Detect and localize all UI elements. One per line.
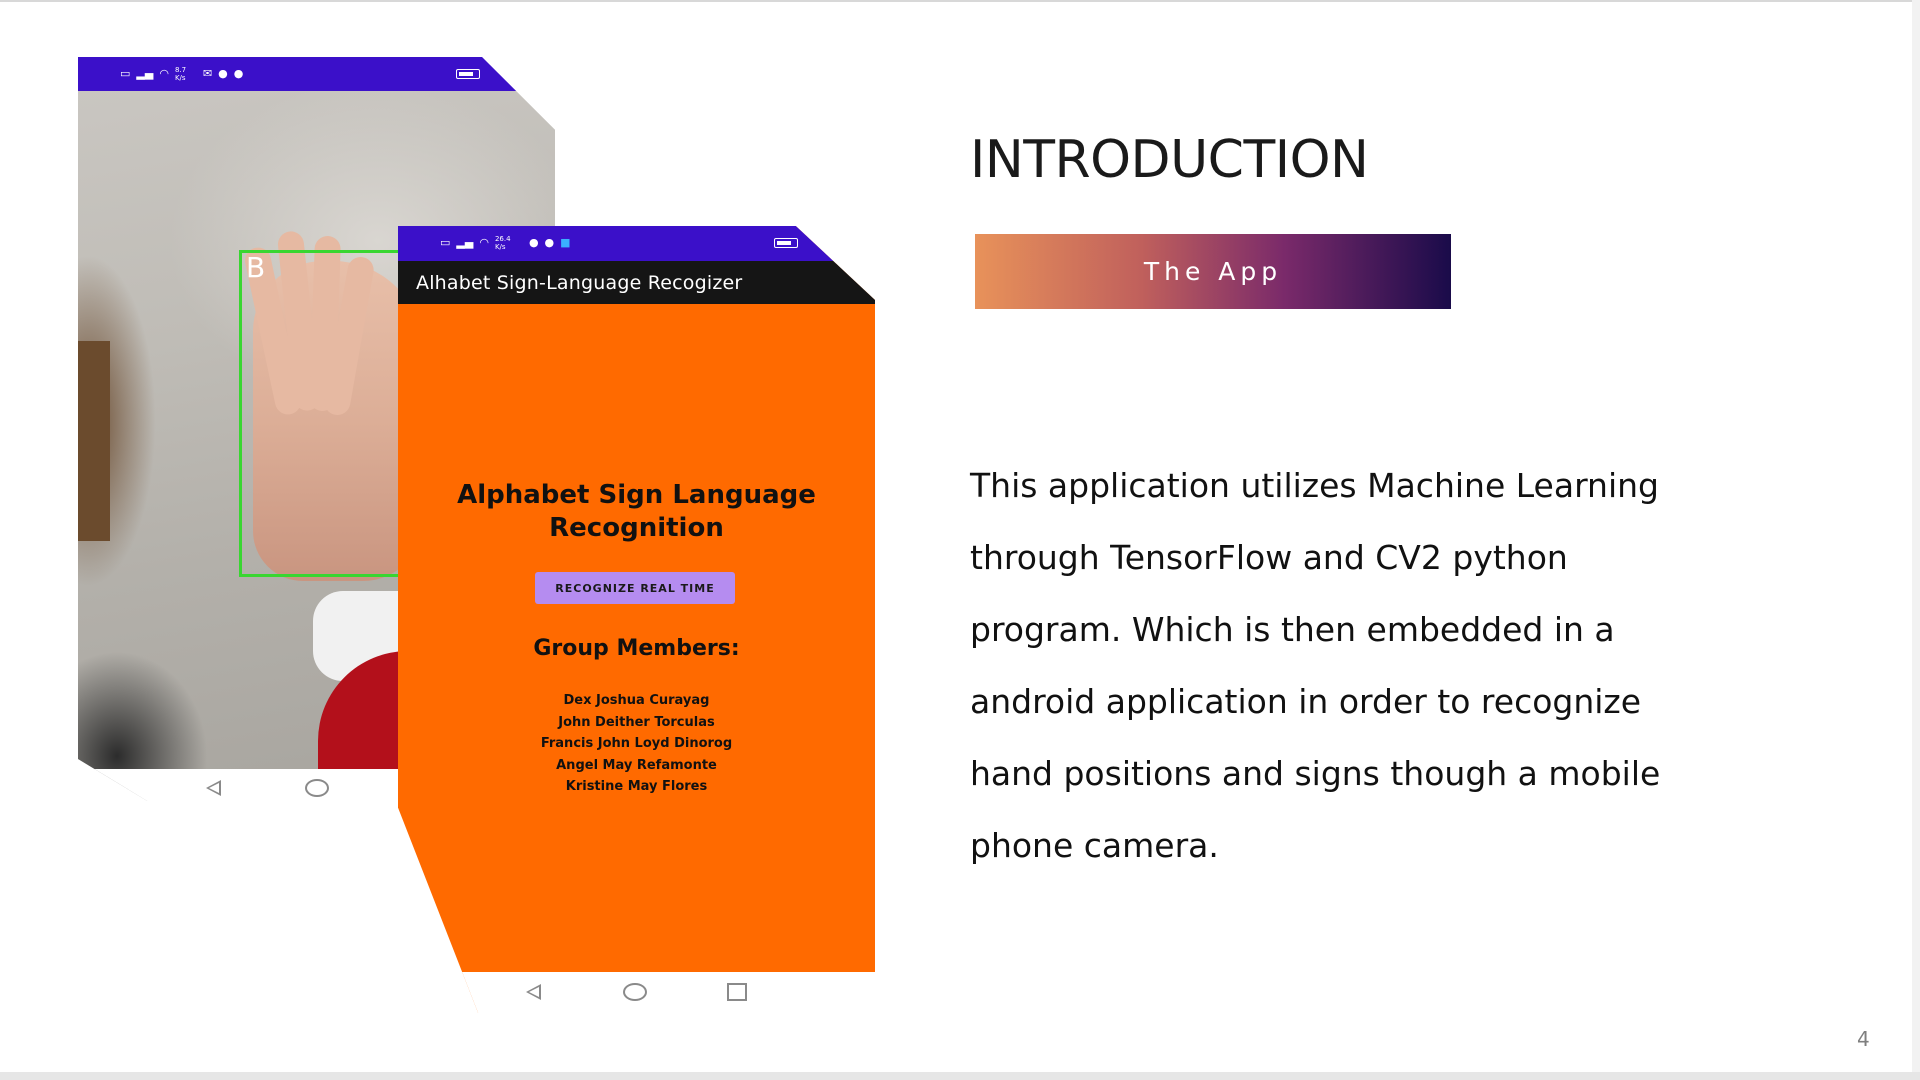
member-item: John Deither Torculas	[558, 714, 715, 730]
detected-letter: B	[246, 251, 266, 284]
recognize-real-time-button[interactable]: RECOGNIZE REAL TIME	[535, 572, 735, 604]
group-members-heading: Group Members:	[533, 636, 740, 661]
slide-title: INTRODUCTION	[970, 130, 1369, 190]
app-title: Alhabet Sign-Language Recogizer	[416, 272, 743, 294]
app-phone-screenshot: ▭ ▂▄ ◠ 26.4 K/s ● ● ■ Alhabet Sign-Langu…	[398, 226, 875, 1013]
messenger-icon: ●	[544, 236, 555, 249]
page-number: 4	[1857, 1027, 1870, 1051]
signal-icon: ▂▄	[136, 67, 154, 80]
nav-home-icon[interactable]	[305, 779, 329, 797]
subtitle-banner: The App	[975, 234, 1451, 309]
top-border	[0, 0, 1920, 2]
group-members-list: Dex Joshua Curayag John Deither Torculas…	[398, 690, 875, 798]
nav-back-icon[interactable]	[526, 984, 541, 1000]
battery-icon	[774, 238, 798, 248]
table-leg	[78, 341, 110, 541]
signal-icon: ▂▄	[456, 236, 474, 249]
network-speed: 26.4 K/s	[494, 235, 511, 251]
camera-status-bar: ▭ ▂▄ ◠ 8.7 K/s ✉ ● ●	[78, 57, 555, 91]
mail-icon: ✉	[202, 67, 213, 80]
right-border	[1912, 0, 1920, 1072]
facebook-icon: ●	[528, 236, 539, 249]
nav-recent-icon[interactable]	[727, 983, 747, 1001]
battery-icon	[456, 69, 480, 79]
app-nav-bar	[398, 972, 875, 1013]
app-heading-line2: Recognition	[549, 513, 724, 543]
member-item: Angel May Refamonte	[556, 757, 717, 773]
network-speed: 8.7 K/s	[174, 66, 187, 82]
nav-home-icon[interactable]	[623, 983, 647, 1001]
messenger-icon: ●	[233, 67, 244, 80]
app-notification-icon: ■	[560, 236, 571, 249]
app-heading-line1: Alphabet Sign Language	[457, 480, 816, 510]
wifi-label-icon: ▭	[440, 236, 451, 249]
status-icons: ▭ ▂▄ ◠ 26.4 K/s ● ● ■	[440, 235, 571, 251]
wifi-label-icon: ▭	[120, 67, 131, 80]
status-icons: ▭ ▂▄ ◠ 8.7 K/s ✉ ● ●	[120, 66, 244, 82]
body-paragraph: This application utilizes Machine Learni…	[970, 466, 1661, 865]
app-status-bar: ▭ ▂▄ ◠ 26.4 K/s ● ● ■	[398, 226, 875, 261]
wifi-icon: ◠	[479, 236, 489, 249]
member-item: Dex Joshua Curayag	[563, 693, 710, 708]
app-toolbar: Alhabet Sign-Language Recogizer	[398, 261, 875, 304]
member-item: Francis John Loyd Dinorog	[540, 736, 733, 751]
member-item: Kristine May Flores	[565, 779, 708, 794]
app-heading: Alphabet Sign Language Recognition	[398, 479, 875, 545]
wifi-icon: ◠	[159, 67, 169, 80]
subtitle-text: The App	[1143, 257, 1283, 286]
nav-back-icon[interactable]	[206, 780, 221, 796]
facebook-icon: ●	[218, 67, 228, 80]
bottom-border	[0, 1072, 1920, 1080]
app-content: Alphabet Sign Language Recognition RECOG…	[398, 304, 875, 972]
